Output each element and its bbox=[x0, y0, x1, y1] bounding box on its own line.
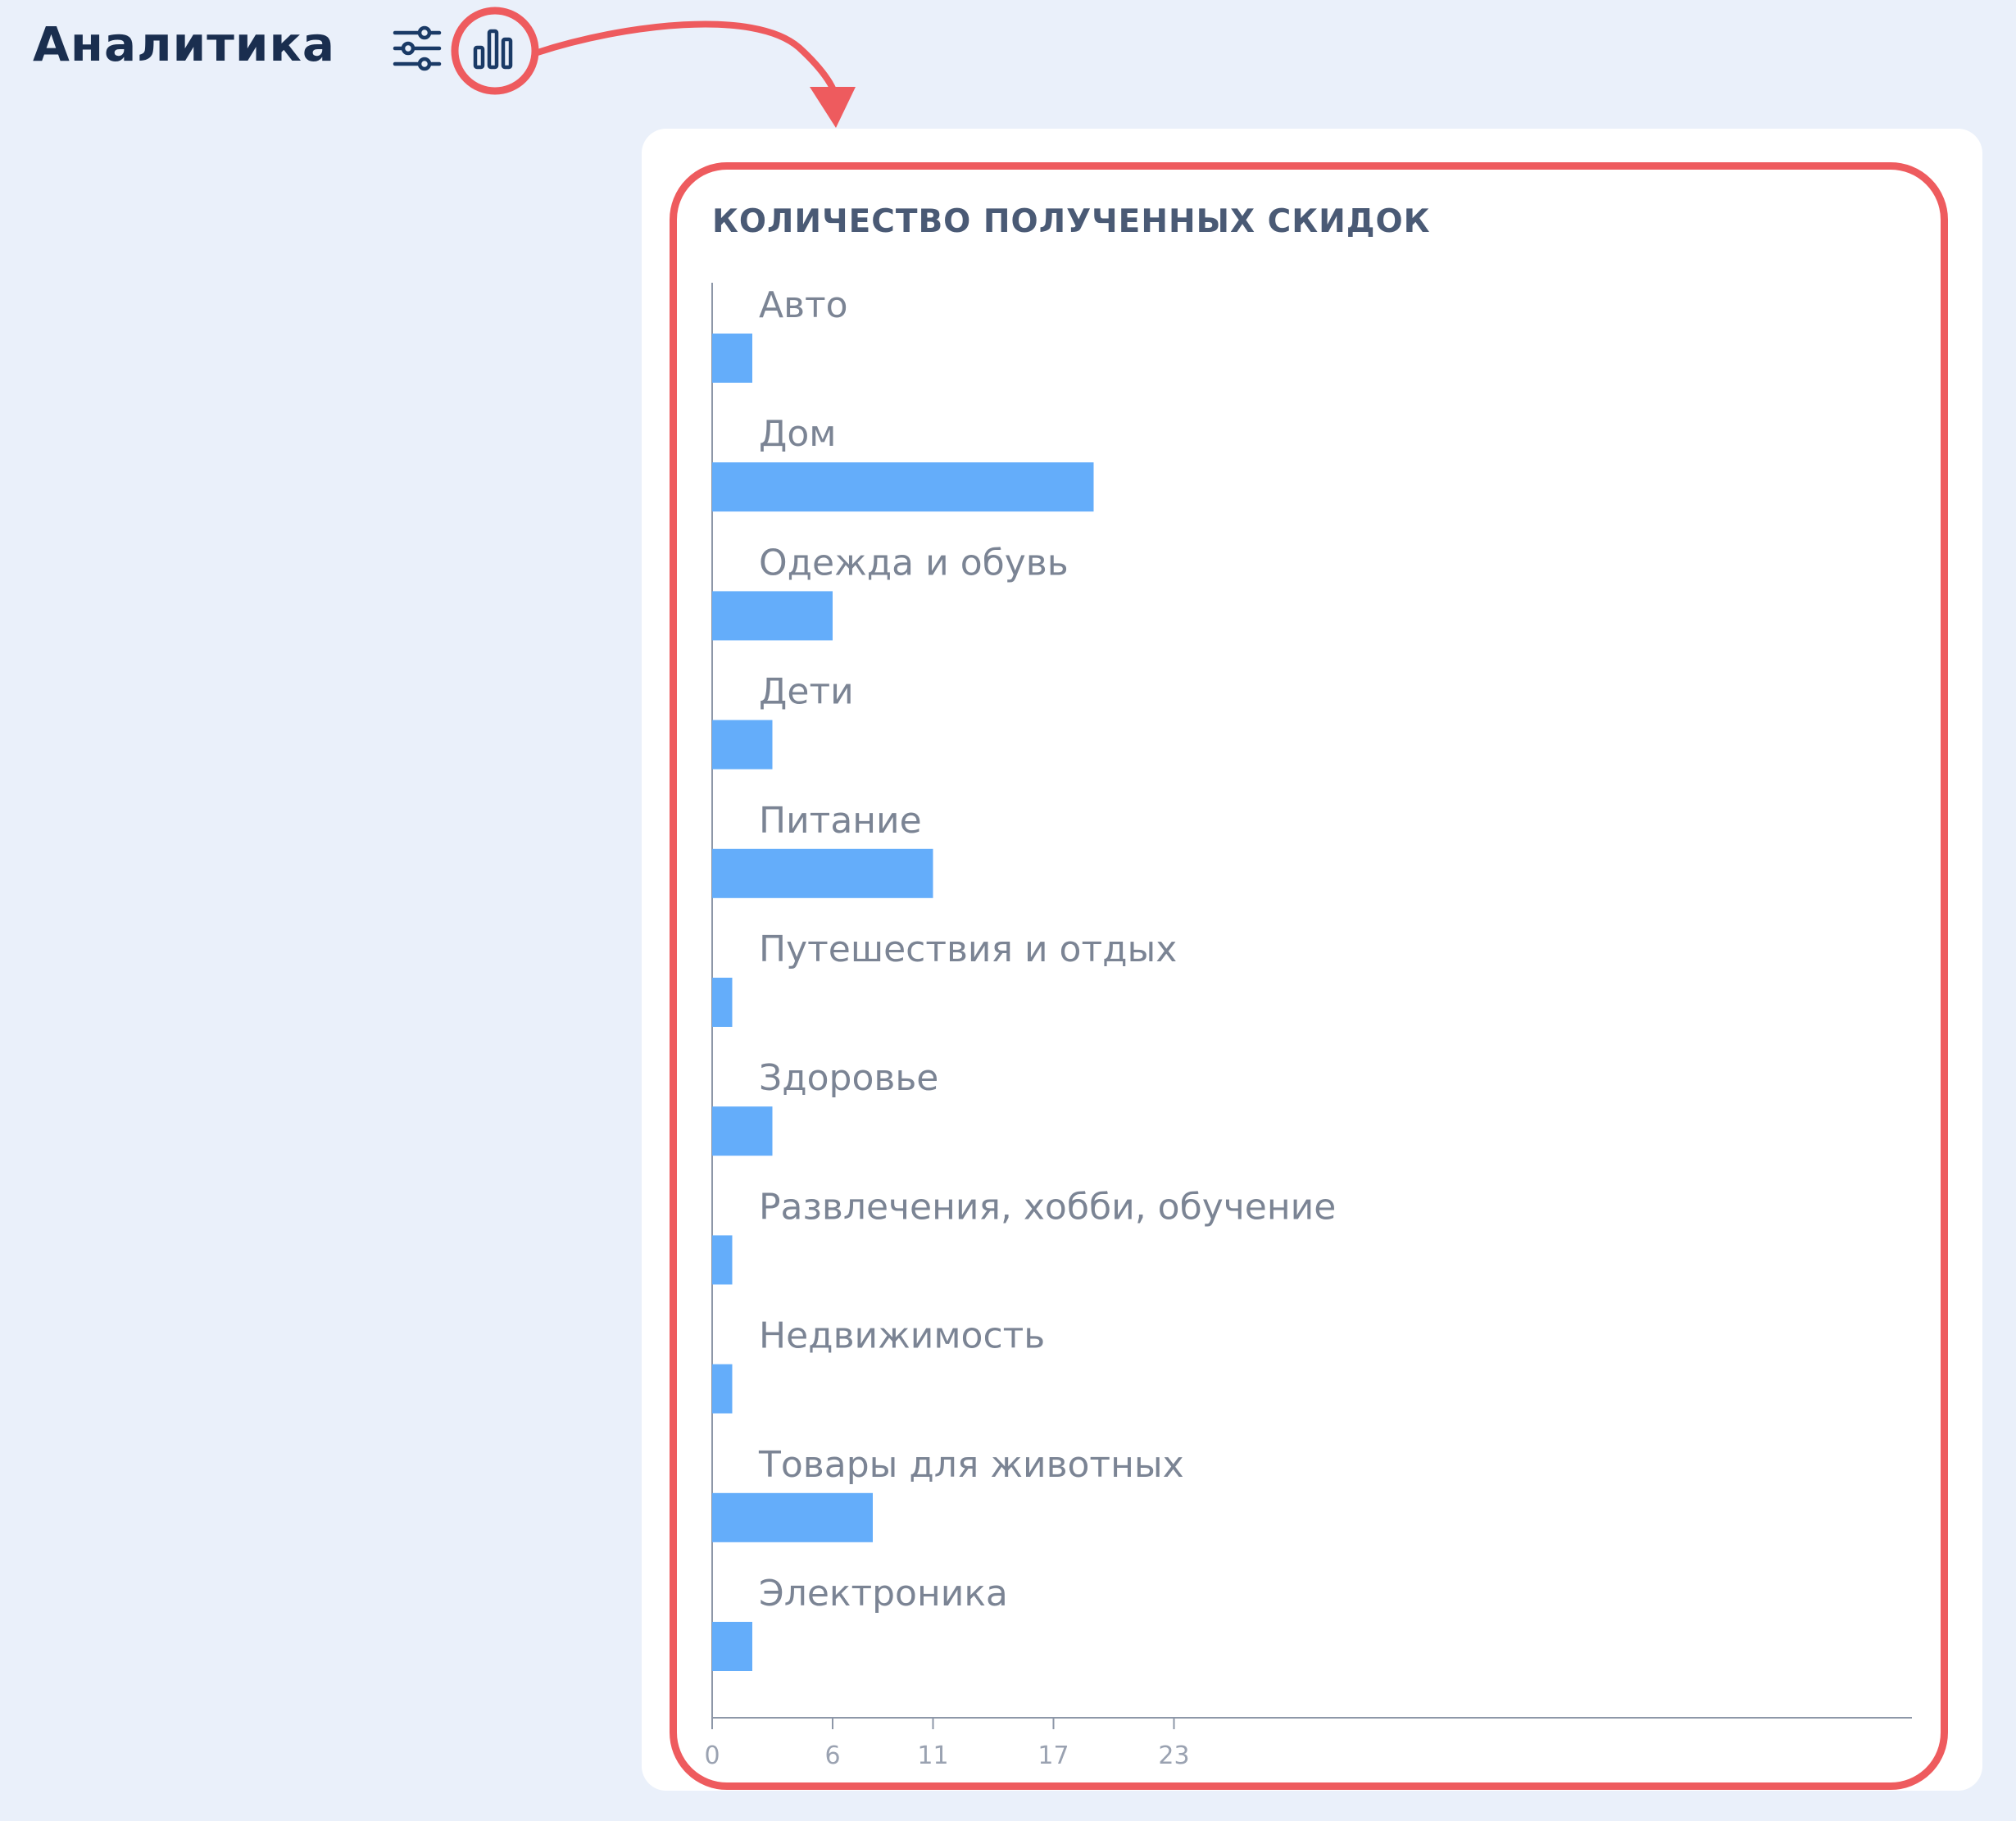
category-label: Одежда и обувь bbox=[759, 542, 1069, 584]
category-label: Недвижимость bbox=[759, 1315, 1045, 1357]
bar[interactable] bbox=[712, 1235, 733, 1285]
discount-bar-chart: Авто Дом Одежда и обувь Дети Питание Путешест… bbox=[704, 283, 1912, 1770]
bar[interactable] bbox=[712, 720, 773, 770]
x-tick-label: 11 bbox=[917, 1742, 948, 1770]
x-tick-label: 17 bbox=[1038, 1742, 1069, 1770]
bar[interactable] bbox=[712, 848, 933, 898]
x-tick-label: 23 bbox=[1158, 1742, 1189, 1770]
category-label: Электроника bbox=[759, 1573, 1008, 1614]
bar[interactable] bbox=[712, 1106, 773, 1156]
category-label: Здоровье bbox=[759, 1057, 938, 1099]
category-label: Питание bbox=[759, 800, 922, 842]
bar[interactable] bbox=[712, 1492, 873, 1542]
bar[interactable] bbox=[712, 1622, 752, 1671]
category-label: Дом bbox=[759, 413, 837, 455]
category-label: Товары для животных bbox=[758, 1444, 1184, 1486]
x-tick-label: 6 bbox=[824, 1742, 840, 1770]
category-label: Авто bbox=[759, 284, 848, 326]
x-tick-label: 0 bbox=[704, 1742, 720, 1770]
category-label: Путешествия и отдых bbox=[759, 929, 1177, 970]
category-label: Развлечения, хобби, обучение bbox=[759, 1186, 1336, 1228]
category-label: Дети bbox=[759, 671, 854, 713]
bar[interactable] bbox=[712, 978, 733, 1027]
bar[interactable] bbox=[712, 462, 1094, 512]
bar[interactable] bbox=[712, 591, 833, 641]
bar[interactable] bbox=[712, 1364, 733, 1414]
bar[interactable] bbox=[712, 334, 752, 383]
